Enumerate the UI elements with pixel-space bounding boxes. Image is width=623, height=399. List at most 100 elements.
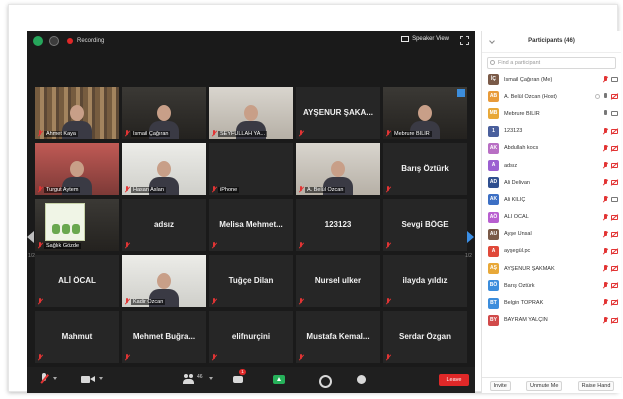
participant-tile[interactable]: Mehmet Buğra... [122, 311, 206, 363]
muted-mic-icon [603, 127, 608, 135]
participant-list-name: ayşegül.pc [504, 248, 531, 255]
zoom-window: Recording Speaker View 1/2 Ahmet Kaya İsm… [8, 4, 622, 393]
participant-list-item[interactable]: Aayşegül.pc [482, 243, 622, 260]
participant-tile[interactable]: Serdar Özgan [383, 311, 467, 363]
participants-title: Participants (46) [528, 38, 575, 44]
share-screen-icon[interactable] [273, 373, 285, 386]
camera-off-icon [611, 300, 618, 306]
muted-mic-icon [385, 298, 391, 305]
participant-list-name: A. Belül Özcan (Host) [504, 93, 557, 100]
participant-name: adsız [153, 220, 174, 230]
leave-button[interactable]: Leave [439, 374, 469, 386]
participant-tile[interactable]: Turgut Aytem [35, 143, 119, 195]
participant-list-item[interactable]: AŞ AYŞENUR ŞAKMAK [482, 260, 622, 277]
participant-tile[interactable]: adsız [122, 199, 206, 251]
camera-off-icon [611, 180, 618, 186]
participant-name: Hasan Aslan [131, 187, 166, 193]
participant-list-item[interactable]: İÇ İsmail Çağıran (Me) [482, 71, 622, 88]
camera-off-icon [611, 283, 618, 289]
muted-mic-icon [603, 196, 608, 203]
participant-search-input[interactable]: Find a participant [487, 57, 616, 69]
participant-tile[interactable]: Nursel ulker [296, 255, 380, 307]
participant-list-item[interactable]: BY BAYRAM YALÇIN [482, 312, 622, 329]
participant-name: Sevgi BÖGE [401, 220, 449, 230]
muted-mic-icon [603, 282, 608, 289]
participant-tile[interactable]: Hasan Aslan [122, 143, 206, 195]
unmute-me-button[interactable]: Unmute Me [525, 380, 563, 391]
muted-mic-icon [385, 130, 391, 137]
participant-tile[interactable]: SEYFULLAH YA... [209, 87, 293, 139]
participant-tile[interactable]: Barış Öztürk [383, 143, 467, 195]
participant-tile[interactable]: Sevgi BÖGE [383, 199, 467, 251]
participant-tile[interactable]: A. Belül Özcan [296, 143, 380, 195]
video-options-caret-icon[interactable] [99, 377, 103, 380]
participant-tile[interactable]: Mustafa Kemal... [296, 311, 380, 363]
participant-name: SEYFULLAH YA... [218, 131, 268, 137]
participant-list-item[interactable]: AK Ali KILIÇ [482, 191, 622, 208]
avatar: İÇ [488, 74, 499, 86]
participant-list-item[interactable]: AD Ali Delivan [482, 174, 622, 191]
muted-mic-icon [37, 354, 43, 361]
participant-tile[interactable]: İsmail Çağıran [122, 87, 206, 139]
participant-list-item[interactable]: AU Ayşe Ünsal [482, 226, 622, 243]
tile-options-icon[interactable] [457, 89, 465, 97]
participant-tile[interactable]: Mahmut [35, 311, 119, 363]
unmute-mic-icon[interactable] [39, 373, 48, 386]
participant-tile[interactable]: iPhone [209, 143, 293, 195]
participant-tile[interactable]: Ahmet Kaya [35, 87, 119, 139]
participant-list-name: 123123 [504, 128, 523, 135]
participant-tile[interactable]: elifnurçini [209, 311, 293, 363]
participant-tile[interactable]: 123123 [296, 199, 380, 251]
participant-tile[interactable]: ilayda yıldız [383, 255, 467, 307]
muted-mic-icon [211, 242, 217, 249]
participant-list-item[interactable]: 1 123123 [482, 123, 622, 140]
muted-mic-icon [124, 354, 130, 361]
participants-caret-icon[interactable] [209, 377, 213, 380]
participant-list-item[interactable]: Aadsız [482, 157, 622, 174]
muted-mic-icon [385, 354, 391, 361]
avatar: BT [488, 297, 499, 309]
record-icon[interactable] [319, 373, 332, 388]
muted-mic-icon [211, 130, 217, 137]
speaker-view-button[interactable]: Speaker View [401, 36, 449, 42]
invite-button[interactable]: Invite [489, 380, 511, 391]
video-camera-icon[interactable] [81, 373, 95, 386]
raise-hand-button[interactable]: Raise Hand [577, 380, 615, 391]
muted-mic-icon [603, 299, 608, 306]
participant-tile[interactable]: Mebrure BİLİR [383, 87, 467, 139]
camera-off-icon [611, 214, 618, 220]
participant-status-icons [603, 230, 618, 238]
participant-status-icons [603, 282, 618, 289]
participant-tile[interactable]: Tuğçe Dilan [209, 255, 293, 307]
meeting-info-icon[interactable] [49, 36, 59, 46]
page-indicator-right: 1/2 [465, 253, 472, 259]
next-page-arrow-icon[interactable] [467, 231, 474, 243]
security-shield-icon[interactable] [33, 36, 43, 46]
reactions-icon[interactable] [357, 373, 367, 386]
muted-mic-icon [603, 247, 608, 255]
avatar: AÖ [488, 211, 499, 223]
participant-list-item[interactable]: BT Belgin TOPRAK [482, 294, 622, 311]
participant-list-item[interactable]: AÖ ALİ ÖCAL [482, 209, 622, 226]
audio-options-caret-icon[interactable] [53, 377, 57, 380]
prev-page-arrow-icon[interactable] [27, 231, 34, 243]
participants-icon[interactable] [183, 373, 195, 386]
participant-list-item[interactable]: AB A. Belül Özcan (Host) [482, 88, 622, 105]
participant-list-item[interactable]: BÖ Barış Öztürk [482, 277, 622, 294]
participant-tile[interactable]: AYŞENUR ŞAKA... [296, 87, 380, 139]
participant-tile[interactable]: ALİ ÖCAL [35, 255, 119, 307]
participant-list-item[interactable]: AK Abdullah kocs [482, 140, 622, 157]
participant-list-name: Ayşe Ünsal [504, 231, 532, 238]
participant-tile[interactable]: Kadir Özcan [122, 255, 206, 307]
participant-tile[interactable]: Sağlık Gözde [35, 199, 119, 251]
avatar: A [488, 245, 499, 257]
muted-mic-icon [37, 242, 43, 249]
participant-list-name: BAYRAM YALÇIN [504, 317, 548, 324]
participant-list-item[interactable]: MB Mebrure BİLİR [482, 105, 622, 122]
participant-name: Mustafa Kemal... [306, 332, 370, 342]
avatar: AK [488, 194, 499, 206]
participant-name: İsmail Çağıran [131, 131, 171, 137]
participant-tile[interactable]: Melisa Mehmet... [209, 199, 293, 251]
fullscreen-icon[interactable] [460, 36, 469, 45]
muted-mic-icon [124, 130, 130, 137]
